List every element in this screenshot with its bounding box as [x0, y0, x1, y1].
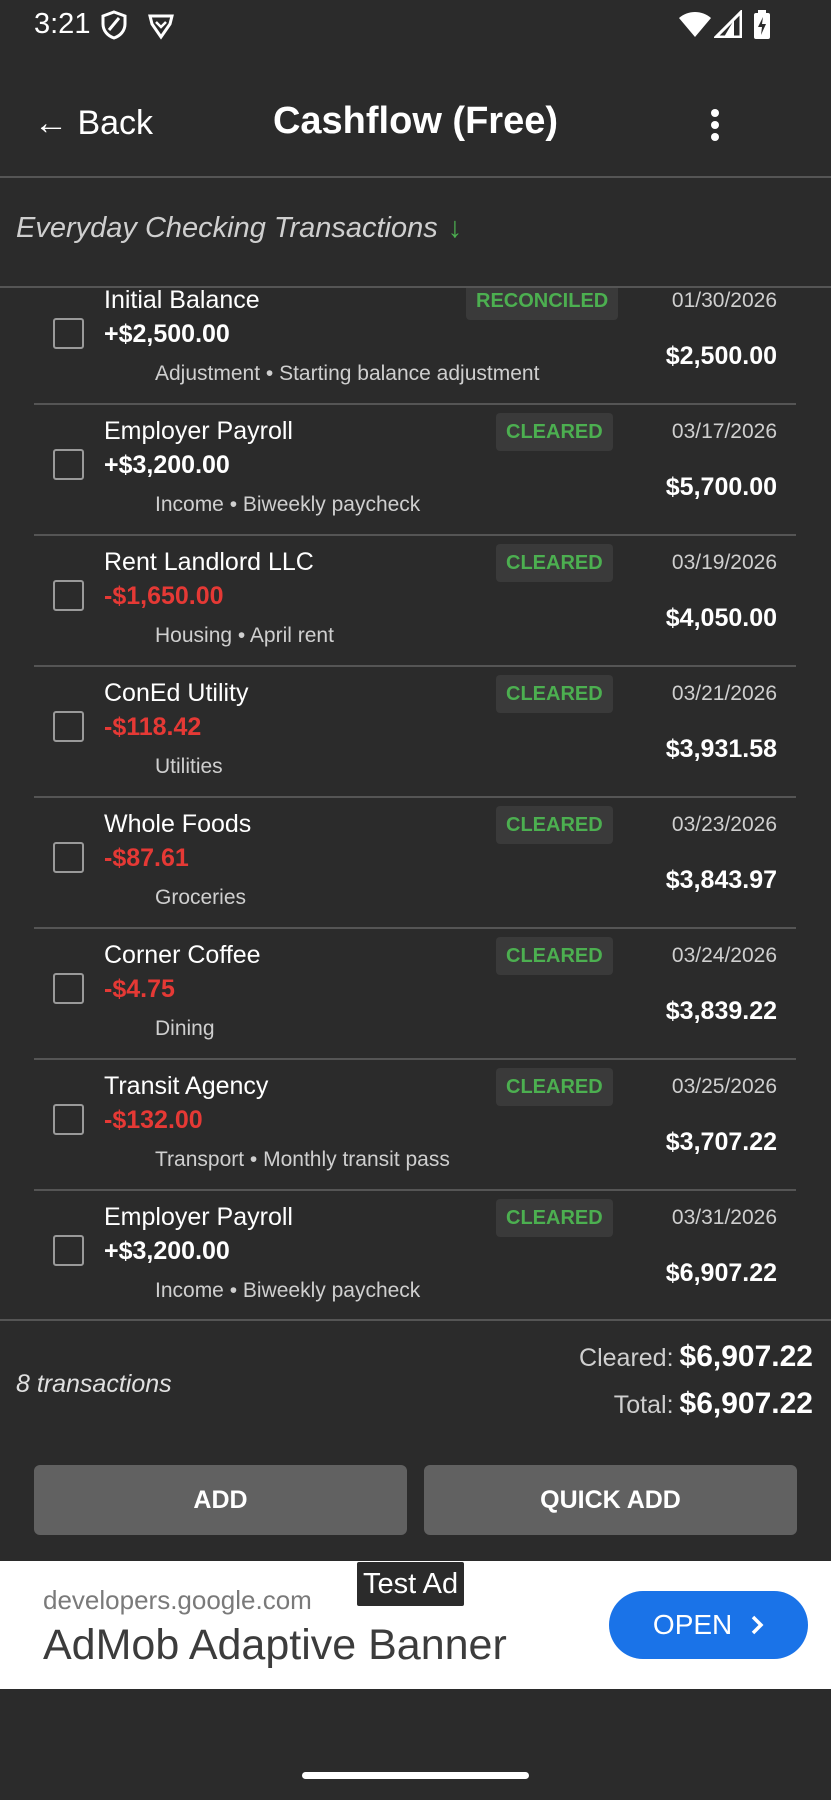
total-label: Total:	[613, 1391, 674, 1419]
transaction-row[interactable]: Transit Agency -$132.00 Transport • Mont…	[34, 1058, 796, 1191]
transaction-date: 01/30/2026	[671, 289, 777, 312]
shield-icon	[100, 10, 128, 45]
home-indicator[interactable]	[302, 1772, 529, 1779]
transaction-checkbox[interactable]	[53, 1235, 84, 1266]
transaction-list[interactable]: Initial Balance +$2,500.00 Adjustment • …	[0, 288, 831, 1319]
transaction-row[interactable]: Whole Foods -$87.61 Groceries CLEARED 03…	[34, 796, 796, 929]
transaction-category: Dining	[155, 1017, 215, 1040]
account-name: Everyday Checking Transactions	[16, 212, 438, 244]
transaction-row[interactable]: Employer Payroll +$3,200.00 Income • Biw…	[34, 403, 796, 536]
signal-icon	[712, 8, 743, 43]
test-ad-badge: Test Ad	[357, 1562, 465, 1606]
running-balance: $6,907.22	[665, 1259, 777, 1287]
running-balance: $2,500.00	[665, 342, 777, 370]
transaction-category: Adjustment • Starting balance adjustment	[155, 362, 540, 385]
transaction-date: 03/21/2026	[671, 682, 777, 705]
transaction-category: Utilities	[155, 755, 223, 778]
transaction-amount: -$132.00	[104, 1106, 203, 1134]
transaction-row[interactable]: Corner Coffee -$4.75 Dining CLEARED 03/2…	[34, 927, 796, 1060]
transaction-payee: Rent Landlord LLC	[104, 548, 314, 576]
ad-open-button[interactable]: OPEN	[609, 1591, 808, 1659]
divider	[0, 1319, 831, 1321]
transaction-category: Housing • April rent	[155, 624, 334, 647]
transaction-count: 8 transactions	[16, 1370, 172, 1398]
divider	[0, 176, 831, 178]
transaction-date: 03/17/2026	[671, 420, 777, 443]
transaction-amount: -$118.42	[104, 713, 202, 741]
transaction-row[interactable]: Rent Landlord LLC -$1,650.00 Housing • A…	[34, 534, 796, 667]
running-balance: $3,931.58	[665, 735, 777, 763]
transaction-amount: +$3,200.00	[104, 1237, 230, 1265]
status-badge: CLEARED	[496, 1199, 613, 1237]
transaction-date: 03/24/2026	[671, 944, 777, 967]
running-balance: $3,843.97	[665, 866, 777, 894]
transaction-amount: +$2,500.00	[104, 320, 230, 348]
transaction-checkbox[interactable]	[53, 973, 84, 1004]
total-value: $6,907.22	[679, 1387, 813, 1420]
cleared-summary: Cleared: $6,907.22	[579, 1340, 813, 1374]
transaction-payee: ConEd Utility	[104, 679, 249, 707]
running-balance: $5,700.00	[665, 473, 777, 501]
transaction-checkbox[interactable]	[53, 842, 84, 873]
ad-domain: developers.google.com	[43, 1585, 312, 1615]
transaction-amount: -$4.75	[104, 975, 175, 1003]
transaction-date: 03/31/2026	[671, 1206, 777, 1229]
transaction-checkbox[interactable]	[53, 449, 84, 480]
transaction-payee: Employer Payroll	[104, 1203, 293, 1231]
ad-title: AdMob Adaptive Banner	[43, 1621, 507, 1669]
status-time: 3:21	[34, 8, 91, 40]
running-balance: $3,839.22	[665, 997, 777, 1025]
cleared-label: Cleared:	[579, 1344, 674, 1372]
transaction-date: 03/25/2026	[671, 1075, 777, 1098]
transaction-payee: Initial Balance	[104, 288, 260, 314]
status-badge: CLEARED	[496, 675, 613, 713]
chevron-right-icon	[750, 1593, 764, 1661]
running-balance: $4,050.00	[665, 604, 777, 632]
cleared-value: $6,907.22	[679, 1340, 813, 1373]
transaction-amount: +$3,200.00	[104, 451, 230, 479]
transaction-row[interactable]: ConEd Utility -$118.42 Utilities CLEARED…	[34, 665, 796, 798]
transaction-checkbox[interactable]	[53, 711, 84, 742]
app-bar: ← Back Cashflow (Free)	[0, 70, 831, 176]
transaction-amount: -$1,650.00	[104, 582, 224, 610]
transaction-checkbox[interactable]	[53, 580, 84, 611]
more-options-icon[interactable]	[700, 105, 730, 145]
transaction-category: Groceries	[155, 886, 247, 909]
status-badge: CLEARED	[496, 544, 613, 582]
transaction-date: 03/19/2026	[671, 551, 777, 574]
transaction-date: 03/23/2026	[671, 813, 777, 836]
transaction-category: Income • Biweekly paycheck	[155, 1279, 421, 1302]
transaction-row[interactable]: Initial Balance +$2,500.00 Adjustment • …	[34, 288, 796, 405]
transaction-payee: Transit Agency	[104, 1072, 269, 1100]
quick-add-button[interactable]: QUICK ADD	[424, 1465, 797, 1535]
account-header[interactable]: Everyday Checking Transactions ↓	[16, 212, 462, 245]
transaction-category: Transport • Monthly transit pass	[155, 1148, 450, 1171]
transaction-amount: -$87.61	[104, 844, 189, 872]
transaction-payee: Employer Payroll	[104, 417, 293, 445]
sort-arrow-icon[interactable]: ↓	[448, 212, 463, 244]
transaction-row[interactable]: Employer Payroll +$3,200.00 Income • Biw…	[34, 1189, 796, 1319]
running-balance: $3,707.22	[665, 1128, 777, 1156]
status-badge: CLEARED	[496, 1068, 613, 1106]
transaction-checkbox[interactable]	[53, 1104, 84, 1135]
status-badge: CLEARED	[496, 413, 613, 451]
transaction-payee: Whole Foods	[104, 810, 252, 838]
status-badge: CLEARED	[496, 937, 613, 975]
add-button[interactable]: ADD	[34, 1465, 407, 1535]
transaction-category: Income • Biweekly paycheck	[155, 493, 421, 516]
ad-open-label: OPEN	[652, 1609, 733, 1640]
battery-icon	[753, 10, 771, 45]
total-summary: Total: $6,907.22	[614, 1387, 813, 1421]
status-bar: 3:21	[0, 0, 831, 52]
transaction-payee: Corner Coffee	[104, 941, 261, 969]
transaction-checkbox[interactable]	[53, 318, 84, 349]
status-badge: CLEARED	[496, 806, 613, 844]
wifi-icon	[678, 10, 712, 43]
brave-browser-icon	[146, 10, 176, 45]
status-badge: RECONCILED	[466, 288, 619, 320]
